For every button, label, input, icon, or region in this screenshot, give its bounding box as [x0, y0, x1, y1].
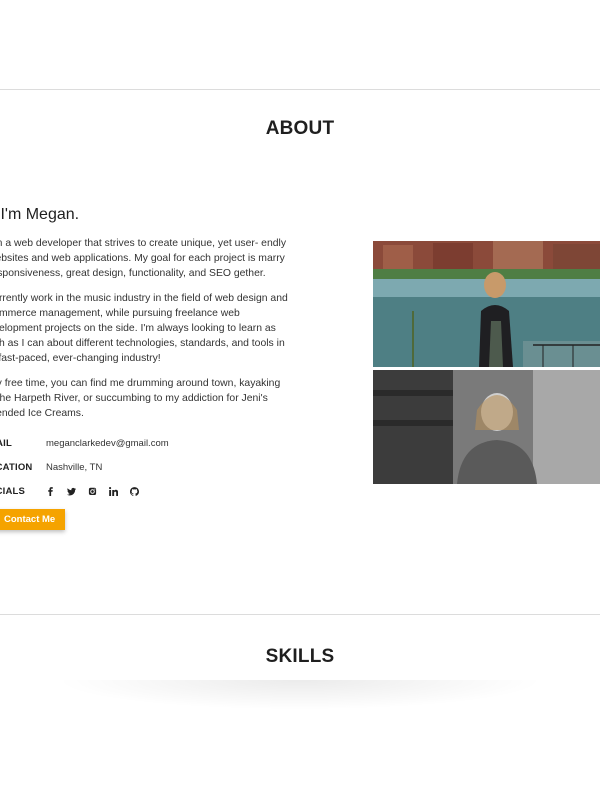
linkedin-icon[interactable] — [109, 484, 130, 498]
profile-photo-riverside — [373, 241, 600, 367]
about-paragraph: my free time, you can find me drumming a… — [0, 378, 281, 419]
skills-section-title: SKILLS — [265, 646, 335, 667]
email-row: MAIL meganclarkedev@gmail.com — [0, 431, 288, 455]
instagram-icon[interactable] — [88, 484, 109, 498]
profile-photos — [373, 241, 600, 484]
section-divider-mid — [0, 614, 600, 615]
location-row: OCATION Nashville, TN — [0, 455, 288, 479]
social-links — [46, 484, 151, 498]
skills-card-shadow — [55, 680, 545, 710]
email-value[interactable]: meganclarkedev@gmail.com — [46, 438, 169, 449]
socials-label: OCIALS — [0, 485, 26, 497]
location-value: Nashville, TN — [46, 461, 103, 473]
about-content: i, I'm Megan. am a web developer that st… — [0, 206, 288, 530]
location-label: OCATION — [0, 461, 33, 473]
about-greeting: i, I'm Megan. — [0, 206, 80, 223]
section-divider-top — [0, 89, 600, 90]
email-label: MAIL — [0, 437, 13, 449]
about-section-title: ABOUT — [265, 118, 335, 139]
about-paragraph: am a web developer that strives to creat… — [0, 238, 287, 279]
socials-row: OCIALS — [0, 479, 288, 503]
github-icon[interactable] — [130, 484, 151, 498]
twitter-icon[interactable] — [67, 484, 88, 498]
profile-photo-portrait — [373, 370, 600, 484]
about-paragraph: currently work in the music industry in … — [0, 293, 288, 364]
contact-me-button[interactable]: Contact Me — [0, 509, 66, 530]
facebook-icon[interactable] — [46, 484, 67, 498]
